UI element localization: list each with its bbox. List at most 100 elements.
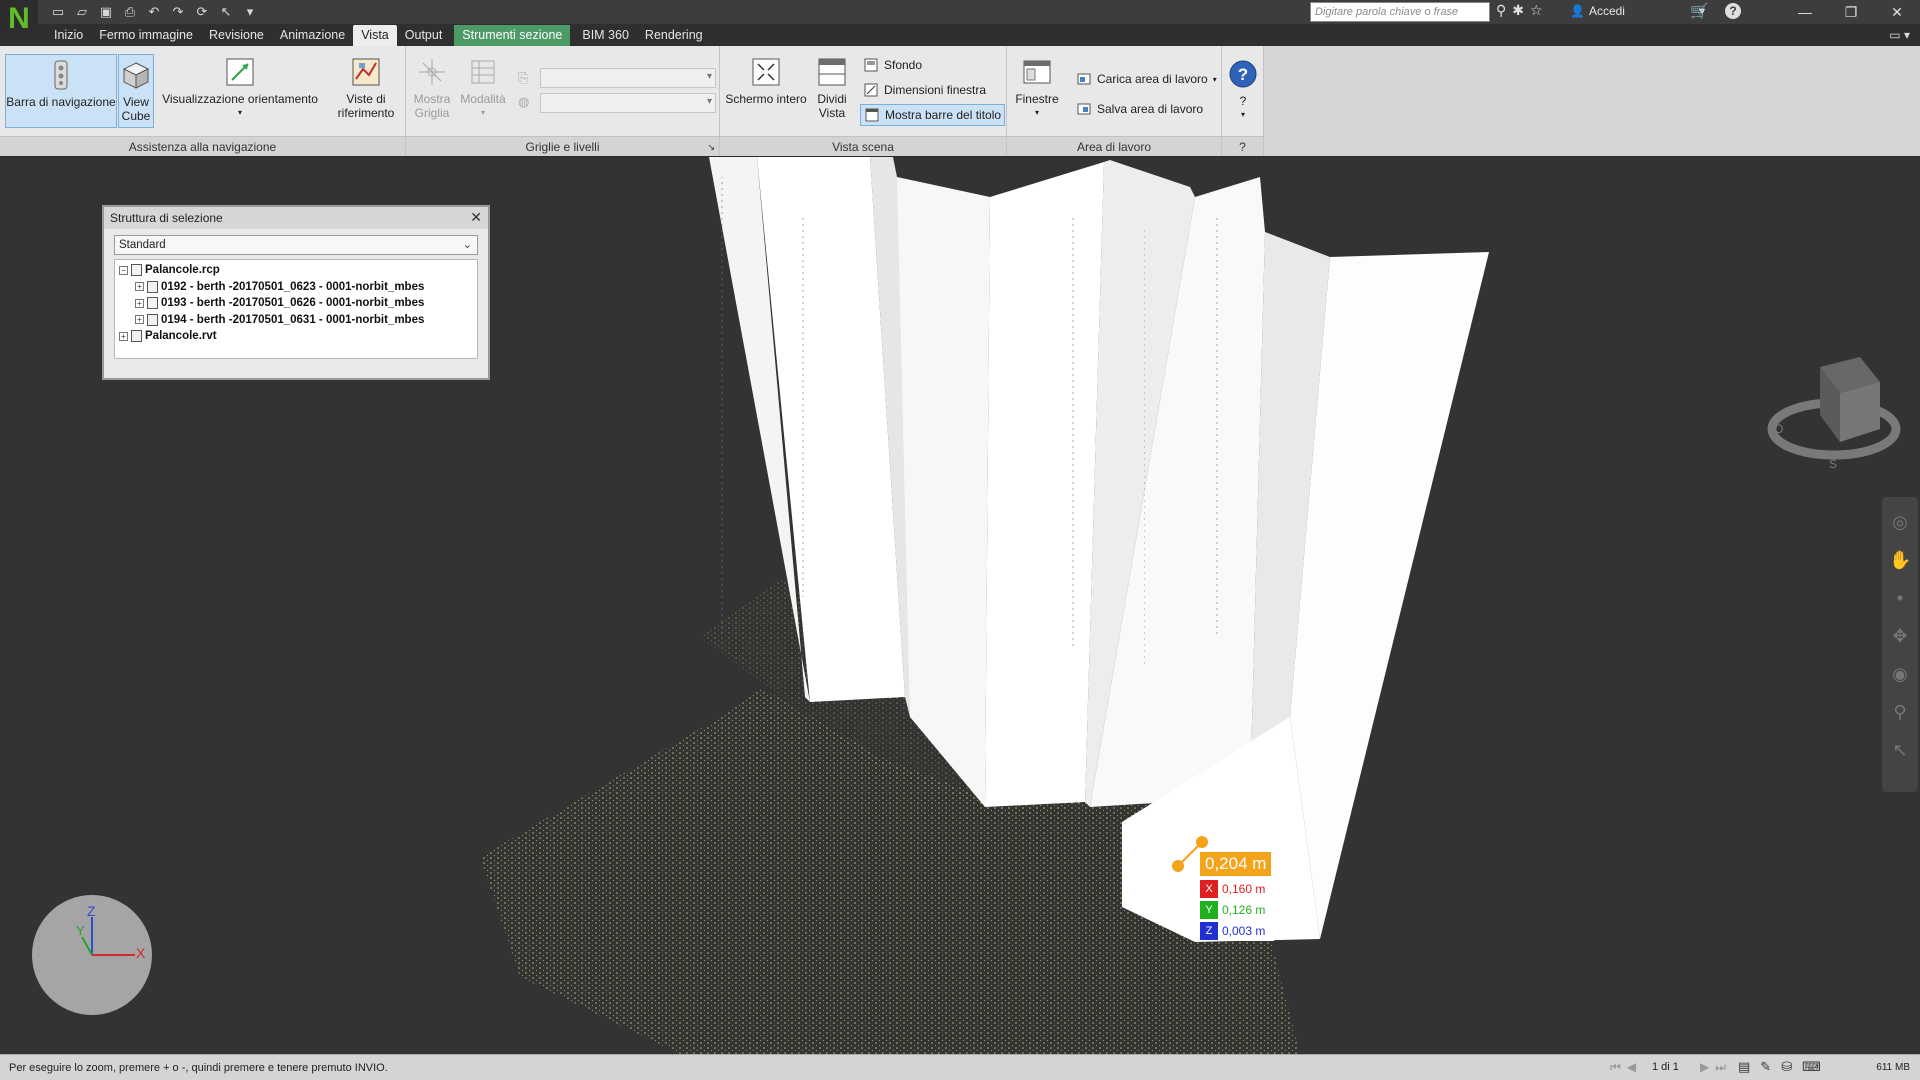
prev-page-icon[interactable]: ◀ <box>1627 1060 1636 1075</box>
show-grid-button[interactable]: Mostra Griglia <box>410 56 454 120</box>
refresh-icon[interactable]: ⟳ <box>192 2 212 22</box>
help-icon[interactable]: ? <box>1725 3 1741 19</box>
tab-strumenti-sezione[interactable]: Strumenti sezione <box>454 25 571 46</box>
orientation-view-button[interactable]: Visualizzazione orientamento ▾ <box>160 56 320 120</box>
grid-icon <box>416 56 448 88</box>
chevron-down-icon: ▾ <box>706 96 712 107</box>
grid-combo[interactable]: ▾ <box>540 68 716 88</box>
ribbon-minimize-icon[interactable]: ▭ ▾ <box>1889 28 1910 42</box>
search-input[interactable]: Digitare parola chiave o frase <box>1310 2 1490 22</box>
tree-node[interactable]: + Palancole.rvt <box>119 328 473 345</box>
window-controls: — ❐ ✕ <box>1782 0 1920 24</box>
group-label-workspace: Area di lavoro <box>1007 136 1221 156</box>
dialog-launcher-icon[interactable]: ↘ <box>707 137 715 157</box>
next-page-icon[interactable]: ▶ <box>1700 1060 1709 1075</box>
point-cloud-icon <box>147 297 158 310</box>
tab-output[interactable]: Output <box>397 25 451 46</box>
file-icon <box>131 264 142 277</box>
sign-in-label: Accedi <box>1588 4 1625 18</box>
open-icon[interactable]: ▱ <box>72 2 92 22</box>
expand-icon[interactable]: + <box>135 282 144 292</box>
tree-node[interactable]: + 0193 - berth -20170501_0626 - 0001-nor… <box>119 295 473 312</box>
load-workspace-button[interactable]: Carica area di lavoro ▾ <box>1073 68 1220 90</box>
windows-button[interactable]: Finestre ▾ <box>1011 56 1063 120</box>
windows-icon <box>1021 56 1053 88</box>
chevron-down-icon: ▾ <box>1240 110 1245 119</box>
viewcube-button[interactable]: View Cube <box>118 54 154 128</box>
pan-icon[interactable]: ✋ <box>1889 549 1911 571</box>
select-icon[interactable]: ↖ <box>216 2 236 22</box>
expand-icon[interactable]: + <box>119 331 128 341</box>
tree-node[interactable]: + 0192 - berth -20170501_0623 - 0001-nor… <box>119 279 473 296</box>
tab-fermo-immagine[interactable]: Fermo immagine <box>91 25 201 46</box>
sheet-navigation: ⏮ ◀ <box>1610 1060 1636 1075</box>
last-page-icon[interactable]: ⏭ <box>1715 1060 1726 1075</box>
tree-node-label: 0192 - berth -20170501_0623 - 0001-norbi… <box>161 280 425 293</box>
help-button[interactable]: ? ? ▾ <box>1226 58 1260 122</box>
sign-in-button[interactable]: 👤 Accedi ▾ <box>1570 4 1705 18</box>
close-icon[interactable]: ✕ <box>470 209 482 226</box>
favorites-icon[interactable]: ☆ <box>1530 2 1543 19</box>
application-menu-button[interactable]: N <box>0 0 38 38</box>
select-pointer-icon[interactable]: ↖ <box>1889 739 1911 761</box>
new-icon[interactable]: ▭ <box>48 2 68 22</box>
navigation-bar: ◎ ✋ • ✥ ◉ ⚲ ↖ <box>1882 497 1918 792</box>
show-title-bars-label: Mostra barre del titolo <box>885 108 1002 122</box>
sheet-navigation-next: ▶ ⏭ <box>1700 1060 1726 1075</box>
chevron-down-icon: ▾ <box>480 108 485 117</box>
navigation-bar-button[interactable]: Barra di navigazione <box>5 54 117 128</box>
close-icon[interactable]: ✕ <box>1874 0 1920 24</box>
level-combo[interactable]: ▾ <box>540 93 716 113</box>
show-title-bars-button[interactable]: Mostra barre del titolo <box>860 104 1006 126</box>
sheet-browser-icon[interactable]: ▤ <box>1738 1059 1750 1075</box>
tab-bim-360[interactable]: BIM 360 <box>574 25 637 46</box>
navisworks-window: N ▭ ▱ ▣ ⎙ ↶ ↷ ⟳ ↖ ▾ Digitare parola chia… <box>0 0 1920 1080</box>
print-icon[interactable]: ⎙ <box>120 2 140 22</box>
expand-icon[interactable]: + <box>135 315 144 325</box>
tab-animazione[interactable]: Animazione <box>272 25 353 46</box>
orbit-icon[interactable]: ✥ <box>1889 625 1911 647</box>
zoom-icon[interactable]: • <box>1889 587 1911 609</box>
selection-tree-titlebar[interactable]: Struttura di selezione ✕ <box>104 207 488 229</box>
cart-icon[interactable]: 🛒 <box>1690 2 1709 20</box>
group-workspace: Finestre ▾ Carica area di lavoro ▾ Salva… <box>1007 46 1222 156</box>
tab-rendering[interactable]: Rendering <box>637 25 711 46</box>
window-size-icon <box>863 82 879 98</box>
measure-y-value: 0,126 m <box>1218 900 1274 920</box>
reference-views-button[interactable]: Viste di riferimento <box>332 56 400 120</box>
windows-label: Finestre <box>1015 92 1059 106</box>
tab-revisione[interactable]: Revisione <box>201 25 272 46</box>
subscription-icon[interactable]: ✱ <box>1512 2 1524 19</box>
redo-icon[interactable]: ↷ <box>168 2 188 22</box>
window-size-button[interactable]: Dimensioni finestra <box>860 79 989 101</box>
split-view-button[interactable]: Dividi Vista <box>812 56 852 120</box>
expand-icon[interactable]: + <box>135 298 144 308</box>
tab-inizio[interactable]: Inizio <box>46 25 91 46</box>
walk-icon[interactable]: ⚲ <box>1889 701 1911 723</box>
restore-icon[interactable]: ❐ <box>1828 0 1874 24</box>
mode-button[interactable]: Modalità ▾ <box>456 56 510 120</box>
save-workspace-button[interactable]: Salva area di lavoro <box>1073 98 1206 120</box>
tab-vista[interactable]: Vista <box>353 25 397 46</box>
collapse-icon[interactable]: − <box>119 265 128 275</box>
qat-dropdown-icon[interactable]: ▾ <box>240 2 260 22</box>
undo-icon[interactable]: ↶ <box>144 2 164 22</box>
chevron-down-icon: ▾ <box>1034 108 1039 117</box>
steering-wheel-icon[interactable]: ◎ <box>1889 511 1911 533</box>
first-page-icon[interactable]: ⏮ <box>1610 1060 1621 1075</box>
binoculars-icon[interactable]: ⚲ <box>1496 2 1506 19</box>
title-bar: N ▭ ▱ ▣ ⎙ ↶ ↷ ⟳ ↖ ▾ Digitare parola chia… <box>0 0 1920 38</box>
fullscreen-button[interactable]: Schermo intero <box>724 56 808 106</box>
viewcube-widget[interactable]: O S <box>1767 357 1901 471</box>
group-help: ? ? ▾ ? <box>1222 46 1264 156</box>
look-icon[interactable]: ◉ <box>1889 663 1911 685</box>
selection-tree: − Palancole.rcp + 0192 - berth -20170501… <box>114 259 478 359</box>
tree-node[interactable]: + 0194 - berth -20170501_0631 - 0001-nor… <box>119 312 473 329</box>
selection-tree-mode-select[interactable]: Standard ⌄ <box>114 235 478 255</box>
svg-text:S: S <box>1829 457 1837 471</box>
minimize-icon[interactable]: — <box>1782 0 1828 24</box>
save-icon[interactable]: ▣ <box>96 2 116 22</box>
background-button[interactable]: Sfondo <box>860 54 925 76</box>
group-label-scene-view: Vista scena <box>720 136 1006 156</box>
tree-node[interactable]: − Palancole.rcp <box>119 262 473 279</box>
